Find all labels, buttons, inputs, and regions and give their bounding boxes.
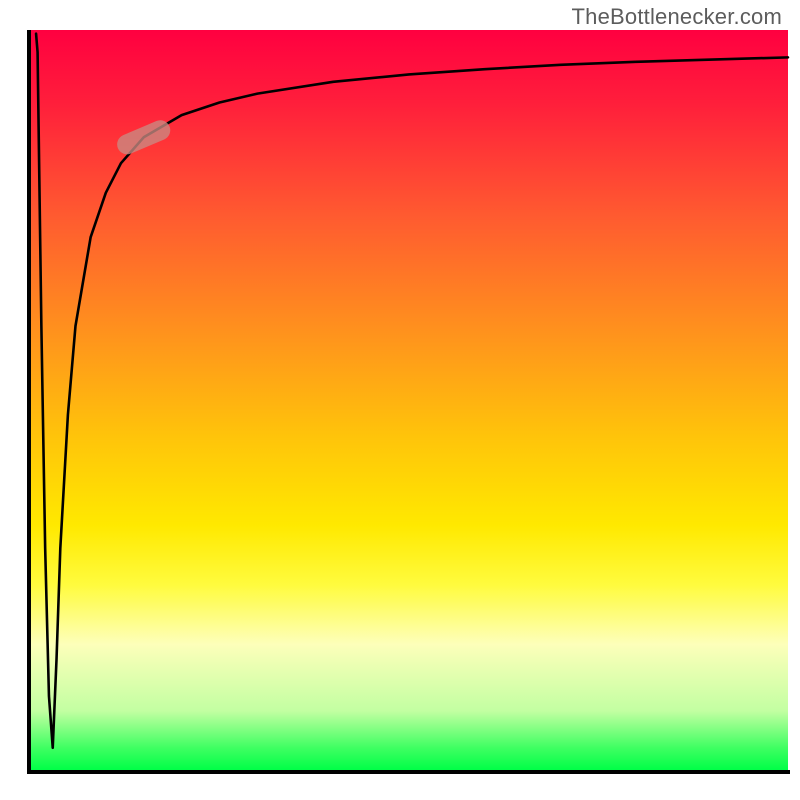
plot-area (30, 30, 788, 770)
chart-container: TheBottlenecker.com (0, 0, 800, 800)
y-axis-line (27, 30, 31, 774)
curve-marker (114, 117, 173, 157)
x-axis-line (27, 770, 790, 774)
watermark-text: TheBottlenecker.com (572, 4, 782, 30)
curve-layer (30, 30, 788, 770)
